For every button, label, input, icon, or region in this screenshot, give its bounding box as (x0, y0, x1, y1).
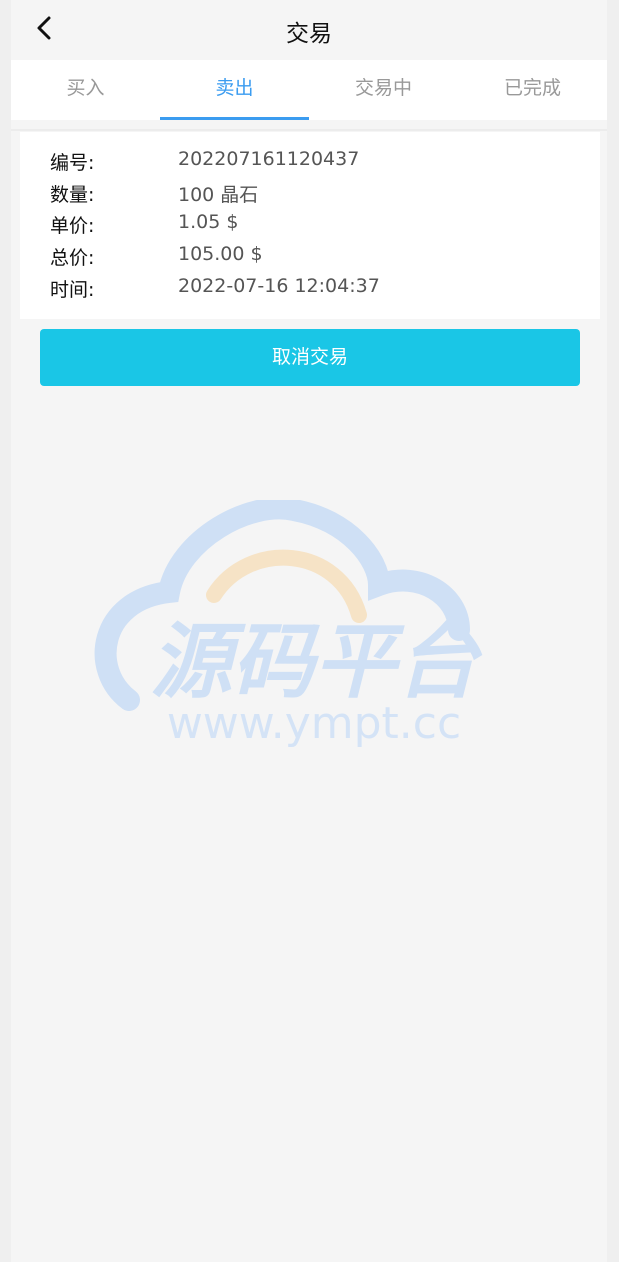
tab-bar: 买入 卖出 交易中 已完成 (11, 60, 607, 120)
tab-trading[interactable]: 交易中 (309, 60, 458, 120)
total-price-label: 总价: (50, 247, 95, 269)
total-price-value: 105.00 $ (178, 243, 263, 265)
order-row-id: 编号: 202207161120437 (20, 148, 600, 180)
header: 交易 (11, 0, 607, 60)
order-row-unit-price: 单价: 1.05 $ (20, 211, 600, 243)
unit-price-label: 单价: (50, 215, 95, 237)
divider (11, 129, 607, 131)
page-title: 交易 (286, 21, 332, 47)
tab-completed[interactable]: 已完成 (458, 60, 607, 120)
watermark-text-cn: 源码平台 (150, 615, 483, 710)
tab-sell[interactable]: 卖出 (160, 60, 309, 120)
unit-price-value: 1.05 $ (178, 211, 239, 233)
quantity-value: 100 晶石 (178, 184, 259, 206)
order-id-value: 202207161120437 (178, 148, 360, 170)
quantity-label: 数量: (50, 184, 95, 206)
time-label: 时间: (50, 279, 95, 301)
order-card: 编号: 202207161120437 数量: 100 晶石 单价: 1.05 … (20, 132, 600, 319)
order-id-label: 编号: (50, 152, 95, 174)
page: 交易 买入 卖出 交易中 已完成 编号: 202207161120437 数量:… (11, 0, 607, 1262)
time-value: 2022-07-16 12:04:37 (178, 275, 380, 297)
order-row-total: 总价: 105.00 $ (20, 243, 600, 275)
cancel-trade-button[interactable]: 取消交易 (40, 329, 580, 386)
watermark-url: www.ympt.cc (167, 698, 461, 749)
order-row-time: 时间: 2022-07-16 12:04:37 (20, 275, 600, 307)
tab-buy[interactable]: 买入 (11, 60, 160, 120)
watermark-logo: 源码平台 www.ympt.cc (94, 500, 483, 749)
order-row-quantity: 数量: 100 晶石 (20, 180, 600, 212)
